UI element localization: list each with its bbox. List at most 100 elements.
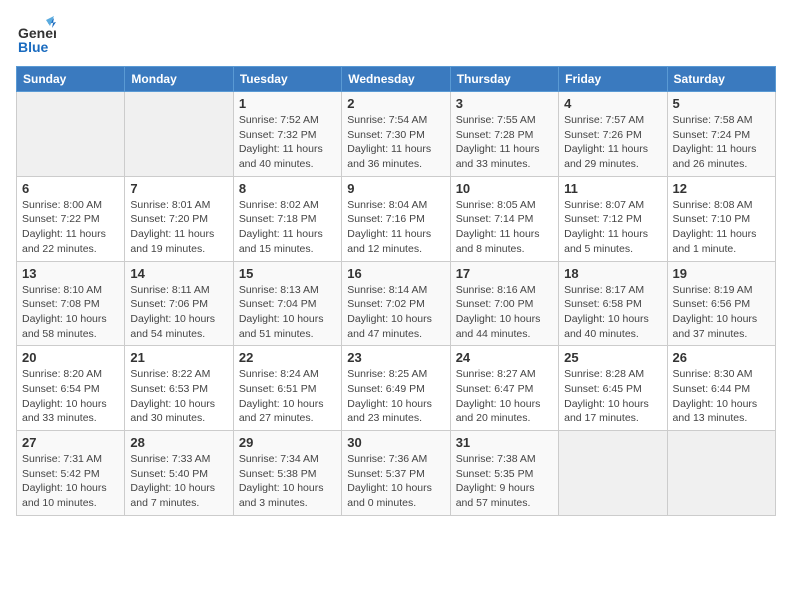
day-cell: 23 Sunrise: 8:25 AM Sunset: 6:49 PM Dayli… <box>342 346 450 431</box>
day-cell: 24 Sunrise: 8:27 AM Sunset: 6:47 PM Dayli… <box>450 346 558 431</box>
day-cell: 25 Sunrise: 8:28 AM Sunset: 6:45 PM Dayli… <box>559 346 667 431</box>
day-number: 30 <box>347 435 444 450</box>
day-info: Sunrise: 8:25 AM Sunset: 6:49 PM Dayligh… <box>347 367 444 426</box>
day-info: Sunrise: 7:34 AM Sunset: 5:38 PM Dayligh… <box>239 452 336 511</box>
day-number: 2 <box>347 96 444 111</box>
day-cell: 26 Sunrise: 8:30 AM Sunset: 6:44 PM Dayli… <box>667 346 775 431</box>
day-cell: 9Sunrise: 8:04 AM Sunset: 7:16 PM Daylig… <box>342 176 450 261</box>
day-number: 31 <box>456 435 553 450</box>
day-cell: 17Sunrise: 8:16 AM Sunset: 7:00 PM Dayli… <box>450 261 558 346</box>
day-cell: 3 Sunrise: 7:55 AM Sunset: 7:28 PM Daylig… <box>450 92 558 177</box>
day-info: Sunrise: 8:11 AM Sunset: 7:06 PM Dayligh… <box>130 283 227 342</box>
day-info: Sunrise: 7:38 AM Sunset: 5:35 PM Dayligh… <box>456 452 553 511</box>
day-cell: 7 Sunrise: 8:01 AM Sunset: 7:20 PM Daylig… <box>125 176 233 261</box>
day-number: 11 <box>564 181 661 196</box>
week-row-2: 6 Sunrise: 8:00 AM Sunset: 7:22 PM Daylig… <box>17 176 776 261</box>
day-number: 17 <box>456 266 553 281</box>
day-info: Sunrise: 8:27 AM Sunset: 6:47 PM Dayligh… <box>456 367 553 426</box>
day-number: 28 <box>130 435 227 450</box>
day-info: Sunrise: 8:00 AM Sunset: 7:22 PM Dayligh… <box>22 198 119 257</box>
calendar: SundayMondayTuesdayWednesdayThursdayFrid… <box>16 66 776 516</box>
day-info: Sunrise: 8:19 AM Sunset: 6:56 PM Dayligh… <box>673 283 770 342</box>
day-number: 27 <box>22 435 119 450</box>
day-number: 20 <box>22 350 119 365</box>
day-number: 23 <box>347 350 444 365</box>
day-number: 22 <box>239 350 336 365</box>
day-cell <box>559 431 667 516</box>
day-cell: 10 Sunrise: 8:05 AM Sunset: 7:14 PM Dayli… <box>450 176 558 261</box>
day-cell: 1 Sunrise: 7:52 AM Sunset: 7:32 PM Daylig… <box>233 92 341 177</box>
day-info: Sunrise: 8:07 AM Sunset: 7:12 PM Dayligh… <box>564 198 661 257</box>
day-info: Sunrise: 8:17 AM Sunset: 6:58 PM Dayligh… <box>564 283 661 342</box>
day-number: 12 <box>673 181 770 196</box>
day-number: 3 <box>456 96 553 111</box>
weekday-header-wednesday: Wednesday <box>342 67 450 92</box>
week-row-5: 27Sunrise: 7:31 AM Sunset: 5:42 PM Dayli… <box>17 431 776 516</box>
day-number: 9 <box>347 181 444 196</box>
day-number: 13 <box>22 266 119 281</box>
day-info: Sunrise: 7:57 AM Sunset: 7:26 PM Dayligh… <box>564 113 661 172</box>
logo-icon: General Blue <box>16 16 56 56</box>
day-cell: 11 Sunrise: 8:07 AM Sunset: 7:12 PM Dayli… <box>559 176 667 261</box>
day-cell: 30 Sunrise: 7:36 AM Sunset: 5:37 PM Dayli… <box>342 431 450 516</box>
day-cell: 31 Sunrise: 7:38 AM Sunset: 5:35 PM Dayli… <box>450 431 558 516</box>
day-cell: 21 Sunrise: 8:22 AM Sunset: 6:53 PM Dayli… <box>125 346 233 431</box>
weekday-header-friday: Friday <box>559 67 667 92</box>
day-info: Sunrise: 8:28 AM Sunset: 6:45 PM Dayligh… <box>564 367 661 426</box>
day-cell: 13 Sunrise: 8:10 AM Sunset: 7:08 PM Dayli… <box>17 261 125 346</box>
day-number: 25 <box>564 350 661 365</box>
day-info: Sunrise: 8:30 AM Sunset: 6:44 PM Dayligh… <box>673 367 770 426</box>
week-row-3: 13 Sunrise: 8:10 AM Sunset: 7:08 PM Dayli… <box>17 261 776 346</box>
day-info: Sunrise: 8:22 AM Sunset: 6:53 PM Dayligh… <box>130 367 227 426</box>
day-info: Sunrise: 8:13 AM Sunset: 7:04 PM Dayligh… <box>239 283 336 342</box>
day-info: Sunrise: 8:20 AM Sunset: 6:54 PM Dayligh… <box>22 367 119 426</box>
day-cell: 20 Sunrise: 8:20 AM Sunset: 6:54 PM Dayli… <box>17 346 125 431</box>
day-cell: 12Sunrise: 8:08 AM Sunset: 7:10 PM Dayli… <box>667 176 775 261</box>
day-number: 16 <box>347 266 444 281</box>
day-number: 7 <box>130 181 227 196</box>
day-number: 10 <box>456 181 553 196</box>
day-info: Sunrise: 7:52 AM Sunset: 7:32 PM Dayligh… <box>239 113 336 172</box>
day-cell <box>17 92 125 177</box>
day-info: Sunrise: 8:01 AM Sunset: 7:20 PM Dayligh… <box>130 198 227 257</box>
day-cell: 5Sunrise: 7:58 AM Sunset: 7:24 PM Daylig… <box>667 92 775 177</box>
day-info: Sunrise: 8:05 AM Sunset: 7:14 PM Dayligh… <box>456 198 553 257</box>
day-cell <box>125 92 233 177</box>
logo: General Blue <box>16 16 56 56</box>
day-info: Sunrise: 7:36 AM Sunset: 5:37 PM Dayligh… <box>347 452 444 511</box>
day-cell: 27Sunrise: 7:31 AM Sunset: 5:42 PM Dayli… <box>17 431 125 516</box>
week-row-4: 20 Sunrise: 8:20 AM Sunset: 6:54 PM Dayli… <box>17 346 776 431</box>
day-cell: 2 Sunrise: 7:54 AM Sunset: 7:30 PM Daylig… <box>342 92 450 177</box>
day-cell: 8Sunrise: 8:02 AM Sunset: 7:18 PM Daylig… <box>233 176 341 261</box>
day-info: Sunrise: 7:55 AM Sunset: 7:28 PM Dayligh… <box>456 113 553 172</box>
day-info: Sunrise: 8:24 AM Sunset: 6:51 PM Dayligh… <box>239 367 336 426</box>
day-number: 14 <box>130 266 227 281</box>
day-number: 6 <box>22 181 119 196</box>
day-cell <box>667 431 775 516</box>
weekday-header-sunday: Sunday <box>17 67 125 92</box>
calendar-header-row: SundayMondayTuesdayWednesdayThursdayFrid… <box>17 67 776 92</box>
day-number: 21 <box>130 350 227 365</box>
day-cell: 18 Sunrise: 8:17 AM Sunset: 6:58 PM Dayli… <box>559 261 667 346</box>
weekday-header-thursday: Thursday <box>450 67 558 92</box>
day-cell: 19 Sunrise: 8:19 AM Sunset: 6:56 PM Dayli… <box>667 261 775 346</box>
day-number: 26 <box>673 350 770 365</box>
day-info: Sunrise: 8:14 AM Sunset: 7:02 PM Dayligh… <box>347 283 444 342</box>
day-cell: 28Sunrise: 7:33 AM Sunset: 5:40 PM Dayli… <box>125 431 233 516</box>
day-info: Sunrise: 7:54 AM Sunset: 7:30 PM Dayligh… <box>347 113 444 172</box>
weekday-header-monday: Monday <box>125 67 233 92</box>
day-cell: 22 Sunrise: 8:24 AM Sunset: 6:51 PM Dayli… <box>233 346 341 431</box>
weekday-header-tuesday: Tuesday <box>233 67 341 92</box>
day-info: Sunrise: 8:02 AM Sunset: 7:18 PM Dayligh… <box>239 198 336 257</box>
day-number: 1 <box>239 96 336 111</box>
day-cell: 15Sunrise: 8:13 AM Sunset: 7:04 PM Dayli… <box>233 261 341 346</box>
day-cell: 14 Sunrise: 8:11 AM Sunset: 7:06 PM Dayli… <box>125 261 233 346</box>
day-number: 24 <box>456 350 553 365</box>
day-number: 18 <box>564 266 661 281</box>
day-info: Sunrise: 8:10 AM Sunset: 7:08 PM Dayligh… <box>22 283 119 342</box>
day-number: 5 <box>673 96 770 111</box>
day-number: 29 <box>239 435 336 450</box>
day-number: 19 <box>673 266 770 281</box>
svg-text:Blue: Blue <box>18 39 49 55</box>
day-cell: 29 Sunrise: 7:34 AM Sunset: 5:38 PM Dayli… <box>233 431 341 516</box>
